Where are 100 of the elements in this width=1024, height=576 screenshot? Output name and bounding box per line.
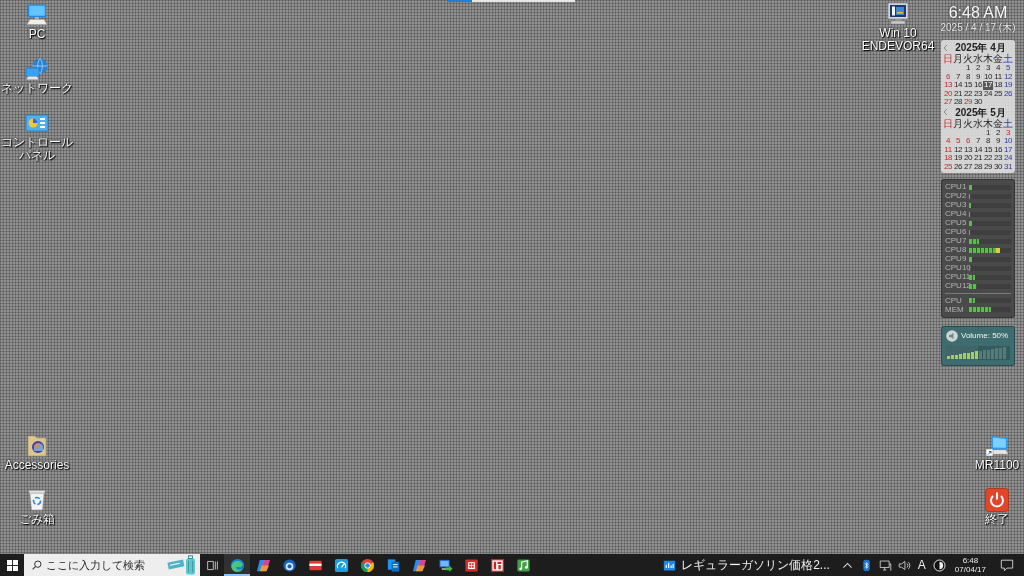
meter-label: CPU9 [945,255,968,264]
swirl-logo-icon[interactable] [229,557,245,573]
segmented-circle-icon[interactable] [359,557,375,573]
weekday-header: 水 [973,117,983,129]
calendar-day: 30 [973,98,983,107]
calendar-day: 2 [993,128,1003,137]
calendar-day: 18 [993,81,1003,90]
calendar-day: 10 [983,72,993,81]
calendar-day: 6 [963,137,973,146]
shortcut-label: コントロールパネル [0,136,74,162]
calendar-day: 25 [993,89,1003,98]
calendar-day: 5 [1003,64,1013,73]
meter-label: CPU3 [945,201,968,210]
meter-label: CPU12 [945,282,968,291]
ribbon-logo-icon[interactable] [255,557,271,573]
calendar-day: 8 [963,72,973,81]
calendar-day: 17 [1003,145,1013,154]
weekday-header: 火 [963,117,973,129]
calendar-day: 14 [973,145,983,154]
calendar-day: 21 [953,89,963,98]
calendar-day: 20 [963,154,973,163]
calendar-day: 27 [963,162,973,171]
calendar-day: 22 [963,89,973,98]
music-note-icon[interactable] [515,557,531,573]
calendar-day: 8 [983,137,993,146]
calendar-day: 26 [1003,89,1013,98]
taskbar-clock[interactable]: 6:48 07/04/17 [948,554,992,576]
taskbar-window-button[interactable]: レギュラーガソリン価格2... [655,554,838,576]
emblem-app-icon[interactable] [463,557,479,573]
meter-label: CPU4 [945,210,968,219]
calendar-day: 4 [943,137,953,146]
search-box[interactable]: ここに入力して検索 [24,554,200,576]
recycle-bin-icon[interactable] [25,488,49,512]
calendar-day: 24 [983,89,993,98]
weekday-header: 金 [993,117,1003,129]
weekday-header: 火 [963,53,973,64]
control-panel-icon[interactable] [25,111,49,135]
calendar-day: 29 [983,162,993,171]
notification-icon[interactable] [1000,558,1014,572]
weekday-header: 水 [973,53,983,64]
globe-computer-icon[interactable] [25,57,49,81]
month-title: 2025年 4月 [954,42,1006,53]
calendar-day: 9 [993,137,1003,146]
monitor-icon[interactable] [886,2,910,26]
clock-date: 2025 / 4 / 17 (木) [940,22,1016,34]
start-logo-icon[interactable] [6,559,18,571]
meter-label: CPU1 [945,183,968,192]
meter-label: CPU5 [945,219,968,228]
weekday-header: 月 [953,117,963,129]
meter-label: CPU6 [945,228,968,237]
meter-label: MEM [945,305,965,314]
calendar-day: 16 [993,145,1003,154]
meter-label: CPU2 [945,192,968,201]
meter-label: CPU [945,296,963,305]
month-title: 2025年 5月 [954,106,1006,118]
calendar-day: 5 [953,137,963,146]
weekday-header: 金 [993,53,1003,64]
calendar-day: 10 [1003,137,1013,146]
shortcut-label: 終了 [985,513,1009,526]
orb-logo-icon[interactable] [281,557,297,573]
round-badge-icon[interactable] [932,558,946,572]
ribbon-logo-icon[interactable] [411,557,427,573]
calendar-day: 20 [943,89,953,98]
shortcut-label: Win 10 ENDEVOR64 [860,27,936,53]
calendar-day: 6 [943,72,953,81]
computer-icon[interactable] [25,3,49,27]
calendar-day: 3 [983,64,993,73]
calendar-day: 15 [983,145,993,154]
weekday-header: 木 [983,117,993,129]
calendar-day: 3 [1003,128,1013,137]
calendar-day: 16 [973,81,983,90]
calendar-day: 25 [943,162,953,171]
folder-icon[interactable] [25,434,49,458]
ime-mode-button[interactable]: A [913,554,930,576]
search-input[interactable]: ここに入力して検索 [46,556,163,574]
calendar-day: 19 [953,154,963,163]
computer-arrow-icon[interactable] [437,557,453,573]
meter-label: CPU8 [945,246,968,255]
shortcut-computer-icon[interactable] [985,434,1009,458]
bar-chart-app-icon [663,558,677,572]
calendar-day: 4 [993,64,1003,73]
calendar-day: 18 [943,154,953,163]
calendar-day: 1 [963,64,973,73]
power-icon[interactable] [985,488,1009,512]
calendar-day: 11 [993,72,1003,81]
speaker-icon[interactable] [897,558,911,572]
meter-label: CPU7 [945,237,968,246]
shortcut-label: MR1100 [974,459,1020,472]
monitor-icon[interactable] [878,558,892,572]
calendar-day: 28 [953,98,963,107]
calendar-day: 23 [993,154,1003,163]
calendar-day: 9 [973,72,983,81]
badge-logo-icon[interactable] [489,557,505,573]
weekday-header: 月 [953,53,963,64]
documents-icon[interactable] [385,557,401,573]
taskbar-app-button[interactable] [224,554,250,576]
calendar-day: 12 [1003,72,1013,81]
shortcut-label: Accessories [4,459,70,472]
weekday-header: 土 [1003,53,1013,64]
gauge-icon[interactable] [333,557,349,573]
